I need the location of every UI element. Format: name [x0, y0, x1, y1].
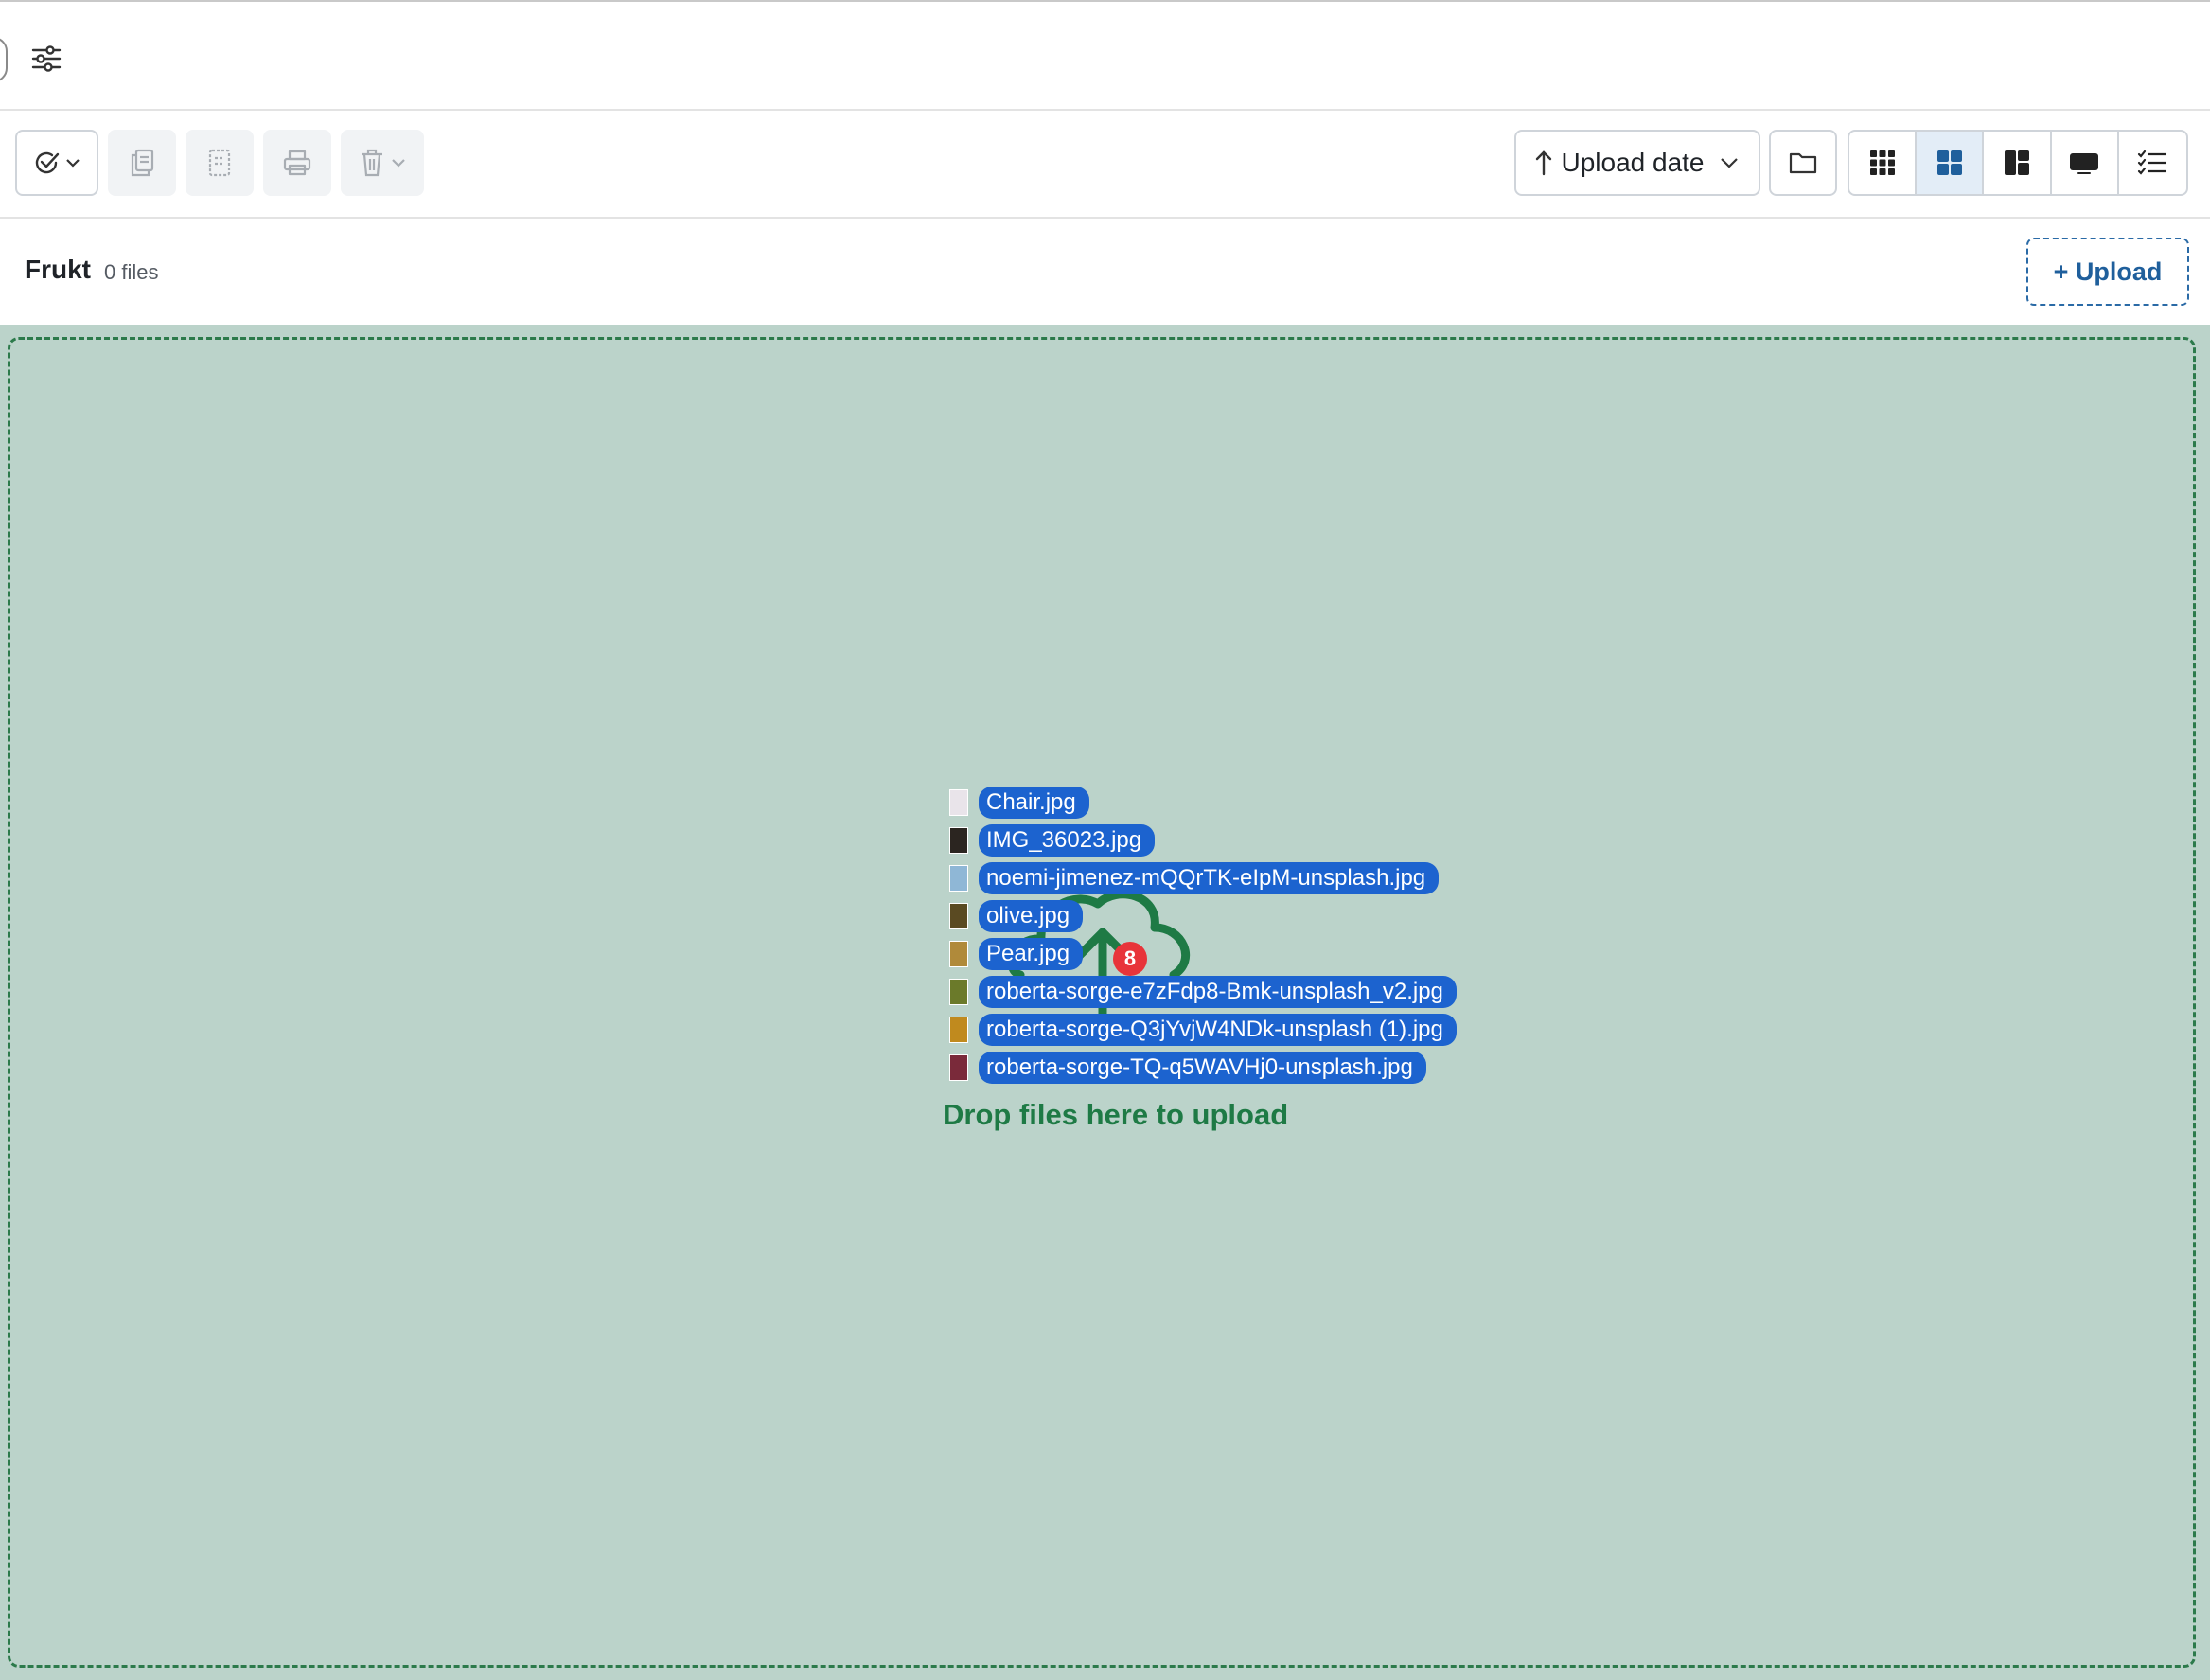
file-thumbnail: [949, 903, 968, 929]
move-button[interactable]: [186, 130, 254, 196]
folder-title: Frukt: [25, 255, 91, 284]
drop-message: Drop files here to upload: [943, 1098, 1289, 1131]
view-list-button[interactable]: [2119, 132, 2186, 194]
copy-button[interactable]: [108, 130, 176, 196]
view-masonry-button[interactable]: [1984, 132, 2052, 194]
file-name: roberta-sorge-Q3jYvjW4NDk-unsplash (1).j…: [979, 1014, 1457, 1046]
grid-icon: [1936, 150, 1962, 175]
view-mode-group: [1848, 130, 2188, 196]
dragged-file-item: Pear.jpg: [949, 935, 1457, 973]
dragged-file-item: roberta-sorge-e7zFdp8-Bmk-unsplash_v2.jp…: [949, 973, 1457, 1011]
file-name: olive.jpg: [979, 900, 1084, 932]
print-button[interactable]: [263, 130, 331, 196]
select-menu-button[interactable]: [15, 130, 98, 196]
view-single-button[interactable]: [2052, 132, 2119, 194]
filters-button[interactable]: [25, 38, 68, 80]
move-document-icon: [208, 149, 231, 177]
file-name: Pear.jpg: [979, 938, 1084, 970]
small-grid-icon: [1869, 150, 1895, 175]
file-count: 0 files: [104, 260, 159, 284]
delete-menu-button[interactable]: [341, 130, 424, 196]
list-icon: [2138, 150, 2167, 175]
toolbar: Upload date: [0, 111, 2210, 219]
file-thumbnail: [949, 789, 968, 816]
file-name: roberta-sorge-TQ-q5WAVHj0-unsplash.jpg: [979, 1052, 1426, 1084]
chevron-down-icon: [392, 159, 405, 168]
dragged-file-item: Chair.jpg: [949, 784, 1457, 822]
dragged-file-item: roberta-sorge-Q3jYvjW4NDk-unsplash (1).j…: [949, 1011, 1457, 1049]
arrow-up-icon: [1536, 150, 1552, 176]
file-thumbnail: [949, 865, 968, 892]
single-view-icon: [2070, 153, 2099, 174]
folder-button[interactable]: [1769, 130, 1837, 196]
view-grid-button[interactable]: [1917, 132, 1985, 194]
dragged-file-item: roberta-sorge-TQ-q5WAVHj0-unsplash.jpg: [949, 1049, 1457, 1087]
file-name: roberta-sorge-e7zFdp8-Bmk-unsplash_v2.jp…: [979, 976, 1457, 1008]
check-circle-icon: [35, 151, 60, 174]
top-bar: [0, 2, 2210, 111]
folder-icon: [1789, 152, 1817, 174]
dragged-file-item: noemi-jimenez-mQQrTK-eIpM-unsplash.jpg: [949, 859, 1457, 897]
sliders-icon: [31, 45, 62, 72]
copy-icon: [131, 149, 154, 177]
dragged-file-item: IMG_36023.jpg: [949, 822, 1457, 859]
chevron-down-icon: [66, 159, 80, 168]
folder-header: Frukt 0 files + Upload: [0, 219, 2210, 325]
file-name: IMG_36023.jpg: [979, 824, 1156, 857]
file-thumbnail: [949, 979, 968, 1005]
masonry-icon: [2005, 150, 2029, 175]
sort-dropdown[interactable]: Upload date: [1514, 130, 1760, 196]
file-thumbnail: [949, 1054, 968, 1081]
sort-label: Upload date: [1561, 148, 1705, 177]
file-thumbnail: [949, 941, 968, 967]
dragged-file-item: olive.jpg: [949, 897, 1457, 935]
view-small-grid-button[interactable]: [1849, 132, 1918, 194]
file-name: noemi-jimenez-mQQrTK-eIpM-unsplash.jpg: [979, 862, 1440, 894]
trash-icon: [362, 149, 382, 177]
chevron-down-icon: [1720, 158, 1738, 168]
upload-button[interactable]: + Upload: [2026, 238, 2189, 306]
file-thumbnail: [949, 827, 968, 854]
partial-button-edge[interactable]: [0, 37, 8, 82]
file-thumbnail: [949, 1017, 968, 1043]
printer-icon: [283, 150, 311, 176]
dragged-files-list: Chair.jpg IMG_36023.jpg noemi-jimenez-mQQr…: [949, 784, 1457, 1087]
file-name: Chair.jpg: [979, 787, 1089, 819]
